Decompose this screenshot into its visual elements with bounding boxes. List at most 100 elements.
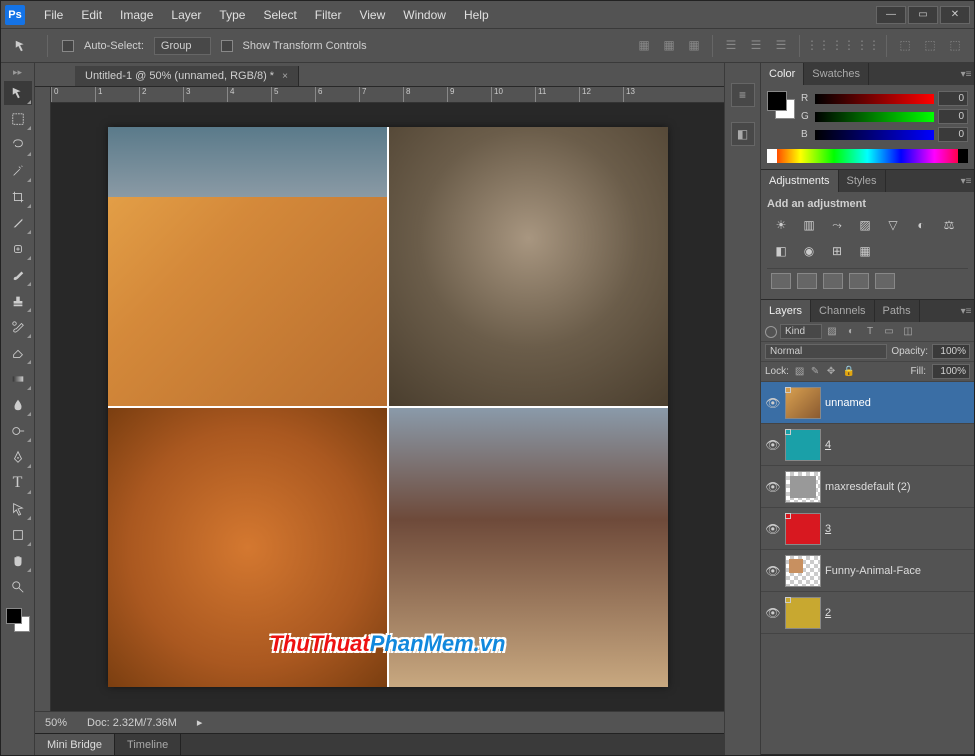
menu-filter[interactable]: Filter	[306, 8, 351, 22]
bw-icon[interactable]: ◧	[771, 242, 791, 260]
tab-swatches[interactable]: Swatches	[804, 63, 869, 85]
menu-window[interactable]: Window	[394, 8, 455, 22]
lock-transparency-icon[interactable]: ▨	[795, 366, 807, 378]
align-top-icon[interactable]: ▦	[633, 35, 655, 55]
arrange-icon[interactable]: ⬚	[919, 35, 941, 55]
balance-icon[interactable]: ⚖	[939, 216, 959, 234]
crop-tool[interactable]	[4, 185, 32, 209]
eraser-tool[interactable]	[4, 341, 32, 365]
visibility-icon[interactable]: 👁	[765, 396, 781, 410]
layer-search-icon[interactable]	[765, 326, 777, 338]
lookup-icon[interactable]: ▦	[855, 242, 875, 260]
layer-thumbnail[interactable]	[785, 513, 821, 545]
b-value[interactable]: 0	[938, 127, 968, 142]
visibility-icon[interactable]: 👁	[765, 606, 781, 620]
visibility-icon[interactable]: 👁	[765, 438, 781, 452]
layer-row[interactable]: 👁 2	[761, 592, 974, 634]
layer-row[interactable]: 👁 maxresdefault (2)	[761, 466, 974, 508]
zoom-tool[interactable]	[4, 575, 32, 599]
layer-row[interactable]: 👁 unnamed	[761, 382, 974, 424]
document-tab[interactable]: Untitled-1 @ 50% (unnamed, RGB/8) * ×	[75, 66, 299, 86]
curves-icon[interactable]: ⤳	[827, 216, 847, 234]
layer-thumbnail[interactable]	[785, 597, 821, 629]
mode-icon[interactable]: ⬚	[944, 35, 966, 55]
layer-row[interactable]: 👁 Funny-Animal-Face	[761, 550, 974, 592]
menu-file[interactable]: File	[35, 8, 72, 22]
invert-icon[interactable]	[771, 273, 791, 289]
menu-select[interactable]: Select	[254, 8, 305, 22]
layer-name[interactable]: 4	[825, 439, 831, 451]
vibrance-icon[interactable]: ▽	[883, 216, 903, 234]
b-slider[interactable]	[815, 130, 934, 140]
gradient-map-icon[interactable]	[849, 273, 869, 289]
brightness-icon[interactable]: ☀	[771, 216, 791, 234]
layer-name[interactable]: 3	[825, 523, 831, 535]
filter-smart-icon[interactable]: ◫	[901, 325, 915, 339]
tab-color[interactable]: Color	[761, 63, 804, 85]
tab-adjustments[interactable]: Adjustments	[761, 170, 839, 192]
align-bottom-icon[interactable]: ▦	[683, 35, 705, 55]
color-swatches[interactable]	[6, 608, 30, 632]
auto-select-checkbox[interactable]	[62, 40, 74, 52]
visibility-icon[interactable]: 👁	[765, 522, 781, 536]
show-transform-checkbox[interactable]	[221, 40, 233, 52]
3d-icon[interactable]: ⬚	[894, 35, 916, 55]
stamp-tool[interactable]	[4, 289, 32, 313]
layer-thumbnail[interactable]	[785, 471, 821, 503]
align-center-icon[interactable]: ☰	[745, 35, 767, 55]
status-arrow-icon[interactable]: ▸	[197, 716, 203, 729]
menu-type[interactable]: Type	[210, 8, 254, 22]
r-slider[interactable]	[815, 94, 934, 104]
filter-pixel-icon[interactable]: ▨	[825, 325, 839, 339]
properties-icon[interactable]: ◧	[731, 122, 755, 146]
canvas-area[interactable]: ThuThuatPhanMem.vn	[51, 103, 724, 711]
align-middle-icon[interactable]: ▦	[658, 35, 680, 55]
pen-tool[interactable]	[4, 445, 32, 469]
opacity-value[interactable]: 100%	[932, 344, 970, 359]
levels-icon[interactable]: ▥	[799, 216, 819, 234]
distribute-h-icon[interactable]: ⋮⋮	[807, 35, 829, 55]
align-left-icon[interactable]: ☰	[720, 35, 742, 55]
panel-menu-icon[interactable]: ▾≡	[958, 69, 974, 80]
filter-adjust-icon[interactable]: ◐	[844, 325, 858, 339]
selective-icon[interactable]	[875, 273, 895, 289]
distribute-spacing-icon[interactable]: ⋮⋮	[857, 35, 879, 55]
menu-help[interactable]: Help	[455, 8, 498, 22]
layer-row[interactable]: 👁 3	[761, 508, 974, 550]
hue-icon[interactable]: ◐	[911, 216, 931, 234]
layer-row[interactable]: 👁 4	[761, 424, 974, 466]
r-value[interactable]: 0	[938, 91, 968, 106]
path-select-tool[interactable]	[4, 497, 32, 521]
panel-menu-icon[interactable]: ▾≡	[958, 306, 974, 317]
blend-mode-dropdown[interactable]: Normal	[765, 344, 887, 359]
g-slider[interactable]	[815, 112, 934, 122]
visibility-icon[interactable]: 👁	[765, 480, 781, 494]
layer-thumbnail[interactable]	[785, 555, 821, 587]
fill-value[interactable]: 100%	[932, 364, 970, 379]
history-icon[interactable]: ≡	[731, 83, 755, 107]
tools-collapse-icon[interactable]: ▸▸	[1, 67, 34, 78]
filter-type-icon[interactable]: T	[863, 325, 877, 339]
marquee-tool[interactable]	[4, 107, 32, 131]
visibility-icon[interactable]: 👁	[765, 564, 781, 578]
tab-channels[interactable]: Channels	[811, 300, 874, 322]
panel-menu-icon[interactable]: ▾≡	[958, 176, 974, 187]
layer-name[interactable]: maxresdefault (2)	[825, 481, 911, 493]
zoom-level[interactable]: 50%	[45, 717, 67, 729]
wand-tool[interactable]	[4, 159, 32, 183]
foreground-color[interactable]	[6, 608, 22, 624]
dodge-tool[interactable]	[4, 419, 32, 443]
layer-name[interactable]: Funny-Animal-Face	[825, 565, 921, 577]
menu-view[interactable]: View	[350, 8, 394, 22]
lasso-tool[interactable]	[4, 133, 32, 157]
layer-thumbnail[interactable]	[785, 429, 821, 461]
layer-name[interactable]: unnamed	[825, 397, 871, 409]
eyedropper-tool[interactable]	[4, 211, 32, 235]
type-tool[interactable]: T	[4, 471, 32, 495]
gradient-tool[interactable]	[4, 367, 32, 391]
auto-select-dropdown[interactable]: Group	[154, 37, 211, 55]
tab-styles[interactable]: Styles	[839, 170, 886, 192]
layer-thumbnail[interactable]	[785, 387, 821, 419]
tab-timeline[interactable]: Timeline	[115, 734, 181, 755]
tab-paths[interactable]: Paths	[875, 300, 920, 322]
